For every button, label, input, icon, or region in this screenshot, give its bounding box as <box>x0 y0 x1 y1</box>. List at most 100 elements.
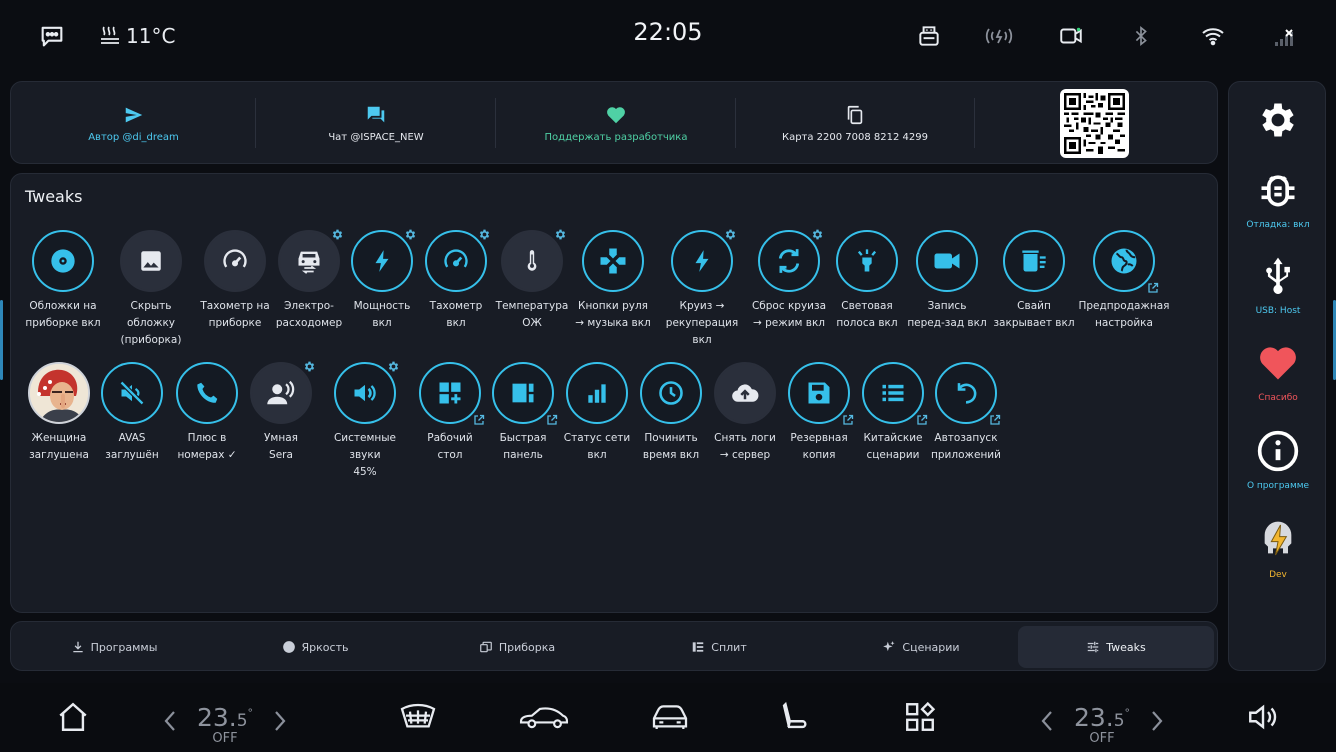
tab-tweaks[interactable]: Tweaks <box>1018 626 1214 668</box>
volume-button[interactable] <box>1245 699 1281 735</box>
tweak-thermometer[interactable]: Температура ОЖ <box>486 229 578 332</box>
tweak-toggle[interactable] <box>935 362 1001 425</box>
download-icon <box>71 640 85 654</box>
clock-time: 22:05 <box>633 18 703 46</box>
settings-button[interactable] <box>1229 98 1327 142</box>
tab-split[interactable]: Сплит <box>619 626 819 668</box>
tweak-toggle[interactable] <box>862 362 928 425</box>
dashcam-icon[interactable] <box>1057 20 1085 52</box>
tweak-clear-list[interactable]: Свайп закрывает вкл <box>988 230 1080 332</box>
thanks-button[interactable]: Спасибо <box>1229 341 1327 403</box>
chat-bubble-icon[interactable] <box>38 20 66 52</box>
tweak-toggle[interactable] <box>425 229 490 292</box>
tweak-toggle[interactable] <box>1003 230 1065 292</box>
tweak-disc[interactable]: Обложки на приборке вкл <box>17 230 109 332</box>
signal-bars-icon <box>584 380 610 406</box>
tweak-toggle[interactable] <box>671 229 736 292</box>
tweak-toggle[interactable] <box>176 362 238 424</box>
chat-link[interactable]: Чат @ISPACE_NEW <box>256 82 496 165</box>
chevron-right-icon[interactable] <box>1147 707 1167 735</box>
tweak-toggle[interactable] <box>351 229 416 292</box>
tweak-toggle[interactable] <box>836 230 898 292</box>
tweak-toggle[interactable] <box>419 362 485 425</box>
driver-temperature[interactable]: 23.5° OFF <box>180 693 270 748</box>
wifi-icon[interactable] <box>1200 20 1226 52</box>
about-button[interactable]: О программе <box>1229 429 1327 491</box>
usb-drive-icon[interactable] <box>916 20 942 52</box>
climate-mode: OFF <box>212 731 238 746</box>
tweak-label: Мощность вкл <box>353 300 411 329</box>
card-number-link[interactable]: Карта 2200 7008 8212 4299 <box>736 82 974 165</box>
tweak-toggle[interactable] <box>758 229 823 292</box>
card-label: Карта 2200 7008 8212 4299 <box>781 132 929 143</box>
tweak-toggle[interactable] <box>492 362 558 425</box>
temp-decimal: 5 <box>236 711 248 731</box>
tweak-bolt[interactable]: Круиз → рекуперация вкл <box>656 229 748 349</box>
tweak-toggle[interactable] <box>1093 230 1159 293</box>
gear-icon[interactable] <box>554 228 567 241</box>
tweak-toggle[interactable] <box>501 229 566 292</box>
tweak-toggle[interactable] <box>566 362 628 424</box>
debug-button[interactable]: Отладка: вкл <box>1229 168 1327 230</box>
bolt-icon <box>369 248 395 274</box>
tab-brightness[interactable]: Яркость <box>215 626 415 668</box>
author-link[interactable]: Автор @di_dream <box>11 82 256 165</box>
image-icon <box>138 248 164 274</box>
gear-icon[interactable] <box>387 360 400 373</box>
tweak-toggle[interactable] <box>334 361 399 424</box>
apps-button[interactable] <box>902 699 938 735</box>
tweak-restart[interactable]: Автозапуск приложений <box>920 362 1012 464</box>
heart-icon <box>605 104 627 126</box>
chevron-right-icon[interactable] <box>270 707 290 735</box>
tweak-toggle[interactable] <box>120 230 182 292</box>
chevron-left-icon[interactable] <box>1037 707 1057 735</box>
dev-button[interactable]: Dev <box>1229 518 1327 580</box>
home-button[interactable] <box>55 699 91 735</box>
tweak-toggle[interactable] <box>640 362 702 424</box>
car-front-icon <box>650 701 690 733</box>
tweak-toggle[interactable] <box>714 362 776 424</box>
cellular-signal-off-icon[interactable] <box>1272 20 1298 52</box>
qr-code[interactable] <box>1060 89 1129 158</box>
passenger-temperature[interactable]: 23.5° OFF <box>1057 693 1147 748</box>
tweak-globe[interactable]: Предпродажная настройка <box>1078 230 1170 332</box>
support-developer-link[interactable]: Поддержать разработчика <box>496 82 736 165</box>
tweak-image[interactable]: Скрыть обложку (приборка) <box>105 230 197 349</box>
tweak-volume[interactable]: Системные звуки 45% <box>319 361 411 481</box>
author-label: Автор @di_dream <box>88 132 179 143</box>
tab-programs[interactable]: Программы <box>15 626 213 668</box>
tweak-light[interactable]: Световая полоса вкл <box>821 230 913 332</box>
tweak-toggle[interactable] <box>582 230 644 292</box>
tweak-toggle[interactable] <box>204 230 266 292</box>
chevron-left-icon[interactable] <box>160 707 180 735</box>
clock-icon <box>657 379 685 407</box>
tab-cluster[interactable]: Приборка <box>417 626 617 668</box>
gear-icon[interactable] <box>303 360 316 373</box>
panel-icon <box>509 379 537 407</box>
usb-mode-button[interactable]: USB: Host <box>1229 254 1327 316</box>
tab-scenarios[interactable]: Сценарии <box>821 626 1021 668</box>
tweak-label: Обложки на приборке вкл <box>25 300 101 329</box>
tweak-voice-person[interactable]: Умная Sera <box>235 361 327 464</box>
tweak-label: Световая полоса вкл <box>836 300 898 329</box>
seat-button[interactable] <box>776 699 812 735</box>
tweak-videocam[interactable]: Запись перед-зад вкл <box>901 230 993 332</box>
tweak-toggle[interactable] <box>250 361 315 424</box>
car-front-button[interactable] <box>650 699 690 735</box>
hotspot-icon[interactable] <box>983 20 1015 52</box>
tweak-label: Системные звуки 45% <box>333 432 397 478</box>
gear-icon[interactable] <box>724 228 737 241</box>
tweak-toggle[interactable] <box>101 362 163 424</box>
tweak-toggle[interactable] <box>32 230 94 292</box>
status-bar: 11°C 22:05 <box>0 0 1336 72</box>
bluetooth-icon[interactable] <box>1130 20 1152 52</box>
divider <box>974 98 975 148</box>
car-view-button[interactable] <box>516 699 572 735</box>
tweak-gamepad[interactable]: Кнопки руля → музыка вкл <box>567 230 659 332</box>
rear-defrost-button[interactable] <box>398 699 438 735</box>
split-icon <box>691 640 705 654</box>
tweak-toggle[interactable] <box>788 362 854 425</box>
tweak-toggle[interactable] <box>278 229 343 292</box>
tweak-toggle[interactable] <box>916 230 978 292</box>
tweaks-panel: Tweaks Обложки на приборке вкл Скрыть обл… <box>10 173 1218 613</box>
